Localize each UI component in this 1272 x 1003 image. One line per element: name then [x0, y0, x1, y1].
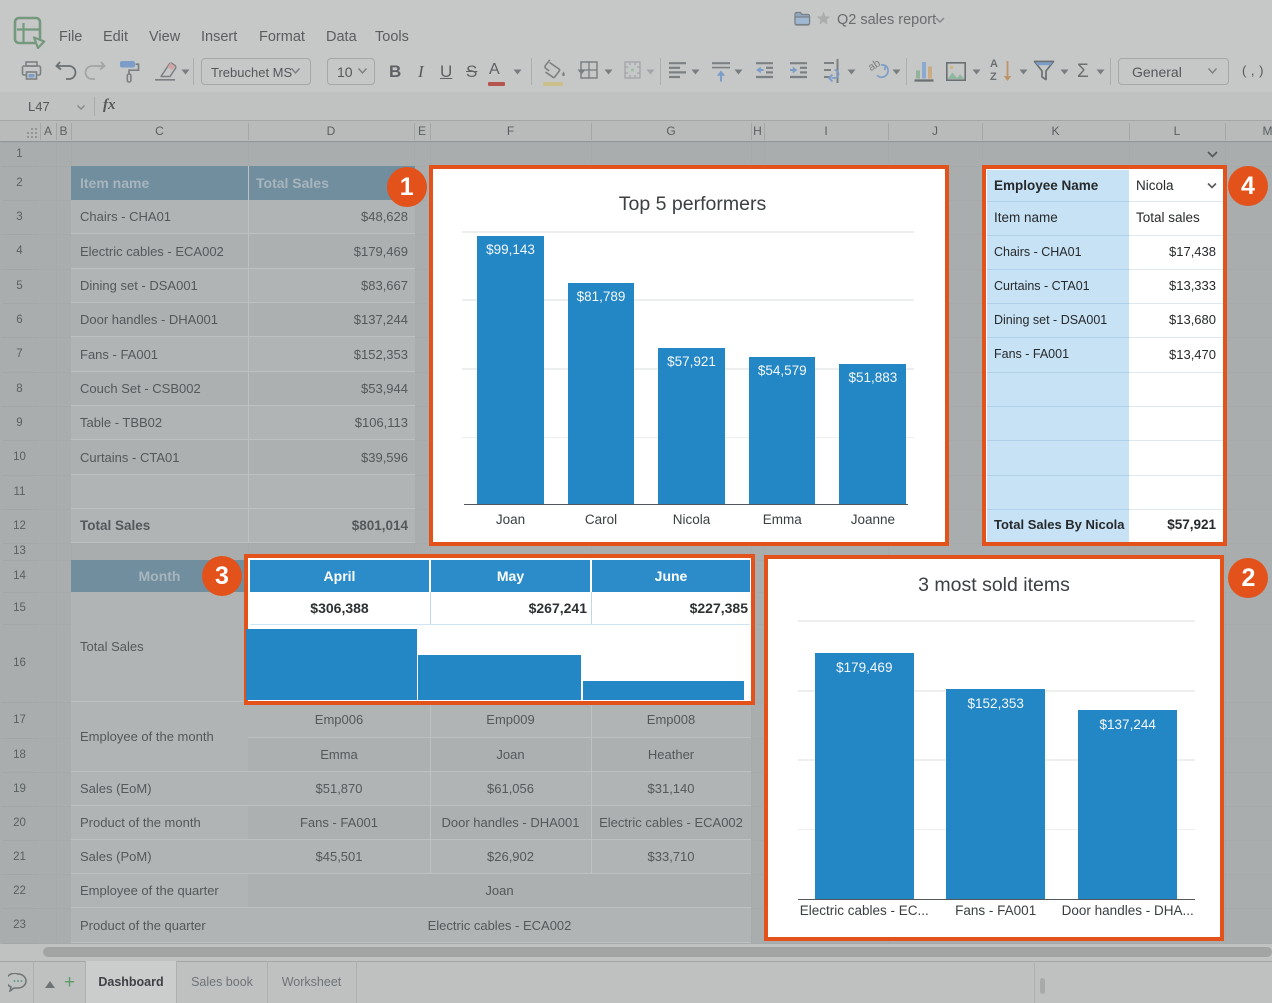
- svg-text:ab: ab: [869, 58, 883, 74]
